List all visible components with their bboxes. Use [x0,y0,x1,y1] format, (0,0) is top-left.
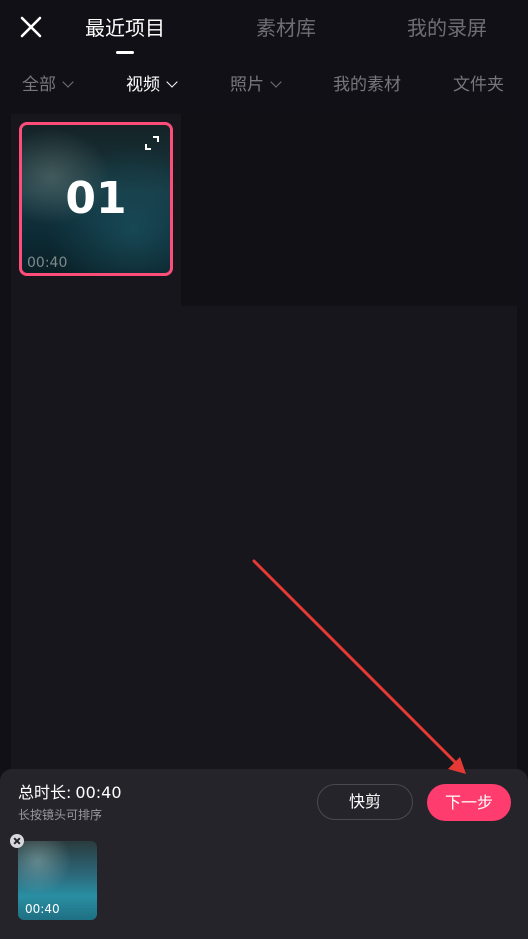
selection-order-number: 01 [65,173,127,224]
selection-panel: 总时长: 00:40 长按镜头可排序 快剪 下一步 00:40 [0,769,528,939]
filter-video[interactable]: 视频 [126,74,178,96]
close-button[interactable] [16,12,46,42]
clip-duration: 00:40 [25,902,60,916]
chevron-down-icon [62,76,74,88]
filter-label: 照片 [230,75,264,95]
total-duration: 总时长: 00:40 [18,783,122,803]
tab-label: 素材库 [256,16,316,40]
selected-clip[interactable]: 00:40 [18,841,97,920]
chevron-down-icon [270,76,282,88]
grid-empty-area [181,114,517,306]
tab-label: 最近项目 [85,16,165,40]
quick-cut-button[interactable]: 快剪 [317,784,413,820]
total-duration-label: 总时长: [18,783,72,802]
next-step-button[interactable]: 下一步 [427,784,511,821]
tab-material-library[interactable]: 素材库 [256,16,316,40]
media-picker-screen: 最近项目 素材库 我的录屏 全部 视频 照片 我的素材 文件夹 01 00:40… [0,0,528,939]
media-thumbnail[interactable]: 01 00:40 [19,122,173,276]
filter-photo[interactable]: 照片 [230,74,282,96]
filter-label: 全部 [22,75,56,95]
filter-label: 我的素材 [333,75,401,95]
filter-label: 视频 [126,75,160,95]
active-tab-indicator [116,51,134,54]
filter-all[interactable]: 全部 [22,74,74,96]
filter-label: 文件夹 [453,75,504,95]
filter-folders[interactable]: 文件夹 [453,74,504,96]
media-grid: 01 00:40 [11,114,517,774]
tab-my-recordings[interactable]: 我的录屏 [407,16,487,40]
expand-icon[interactable] [144,135,160,151]
chevron-down-icon [166,76,178,88]
remove-icon[interactable] [10,834,24,848]
close-icon [20,16,42,38]
tab-recent-projects[interactable]: 最近项目 [85,16,165,54]
sort-hint: 长按镜头可排序 [18,808,103,822]
total-duration-value: 00:40 [75,783,122,802]
filter-bar: 全部 视频 照片 我的素材 文件夹 [0,64,528,106]
filter-my-materials[interactable]: 我的素材 [333,74,401,96]
grid-cell: 01 00:40 [11,114,181,286]
top-bar: 最近项目 素材库 我的录屏 [0,0,528,60]
media-duration: 00:40 [27,255,68,271]
tab-label: 我的录屏 [407,16,487,40]
